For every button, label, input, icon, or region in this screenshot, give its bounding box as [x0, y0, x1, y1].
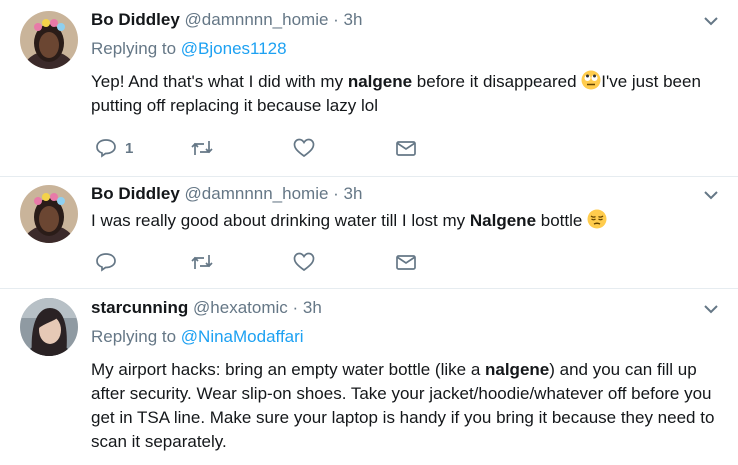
replying-to-label: Replying to	[91, 327, 181, 346]
user-handle[interactable]: @damnnnn_homie	[185, 10, 329, 29]
tweet-text-part: I was really good about drinking water t…	[91, 211, 470, 230]
tweet-text-part: Yep! And that's what I did with my	[91, 72, 348, 91]
envelope-icon	[396, 141, 416, 156]
tweet-text: I was really good about drinking water t…	[91, 209, 721, 233]
rolling-eyes-emoji-icon	[581, 70, 601, 90]
timestamp[interactable]: 3h	[303, 298, 322, 317]
highlighted-keyword: nalgene	[347, 72, 413, 91]
chevron-down-icon[interactable]	[704, 190, 718, 200]
pensive-face-emoji-icon	[587, 209, 607, 229]
reply-button[interactable]	[95, 251, 117, 273]
reply-count: 1	[125, 139, 134, 157]
retweet-button[interactable]	[191, 137, 213, 159]
chevron-down-icon[interactable]	[704, 304, 718, 314]
like-button[interactable]	[293, 251, 315, 273]
retweet-button[interactable]	[191, 251, 213, 273]
envelope-icon	[396, 255, 416, 270]
tweet[interactable]: Bo Diddley @damnnnn_homie · 3h I was rea…	[0, 176, 738, 289]
separator: ·	[328, 10, 344, 29]
avatar[interactable]	[20, 185, 78, 243]
display-name[interactable]: Bo Diddley	[91, 184, 180, 203]
timestamp[interactable]: 3h	[344, 10, 363, 29]
tweet[interactable]: Bo Diddley @damnnnn_homie · 3h Replying …	[0, 0, 738, 177]
retweet-icon	[191, 141, 213, 155]
tweet-text: My airport hacks: bring an empty water b…	[91, 358, 731, 454]
timestamp[interactable]: 3h	[344, 184, 363, 203]
like-button[interactable]	[293, 137, 315, 159]
display-name[interactable]: starcunning	[91, 298, 188, 317]
avatar[interactable]	[20, 298, 78, 356]
direct-message-button[interactable]	[395, 251, 417, 273]
separator: ·	[287, 298, 303, 317]
tweet-text-part: My airport hacks: bring an empty water b…	[91, 360, 485, 379]
mention-link[interactable]: @Bjones1128	[181, 39, 287, 58]
tweet-header: Bo Diddley @damnnnn_homie · 3h	[91, 10, 362, 30]
tweet-header: Bo Diddley @damnnnn_homie · 3h	[91, 184, 362, 204]
replying-to-label: Replying to	[91, 39, 181, 58]
heart-icon	[293, 138, 315, 158]
retweet-icon	[191, 255, 213, 269]
mention-link[interactable]: @NinaModaffari	[181, 327, 304, 346]
display-name[interactable]: Bo Diddley	[91, 10, 180, 29]
reply-icon	[96, 139, 116, 158]
tweet[interactable]: starcunning @hexatomic · 3h Replying to …	[0, 288, 738, 465]
user-handle[interactable]: @damnnnn_homie	[185, 184, 329, 203]
heart-icon	[293, 252, 315, 272]
chevron-down-icon[interactable]	[704, 16, 718, 26]
separator: ·	[328, 184, 344, 203]
tweet-text-part: bottle	[536, 211, 588, 230]
tweet-text: Yep! And that's what I did with my nalge…	[91, 70, 721, 118]
highlighted-keyword: Nalgene	[469, 211, 537, 230]
highlighted-keyword: nalgene	[485, 360, 550, 379]
replying-to: Replying to @Bjones1128	[91, 39, 287, 59]
user-handle[interactable]: @hexatomic	[193, 298, 288, 317]
tweet-header: starcunning @hexatomic · 3h	[91, 298, 322, 318]
tweet-text-part: before it disappeared	[412, 72, 582, 91]
avatar[interactable]	[20, 11, 78, 69]
reply-icon	[96, 253, 116, 272]
replying-to: Replying to @NinaModaffari	[91, 327, 304, 347]
direct-message-button[interactable]	[395, 137, 417, 159]
reply-button[interactable]: 1	[95, 137, 133, 159]
